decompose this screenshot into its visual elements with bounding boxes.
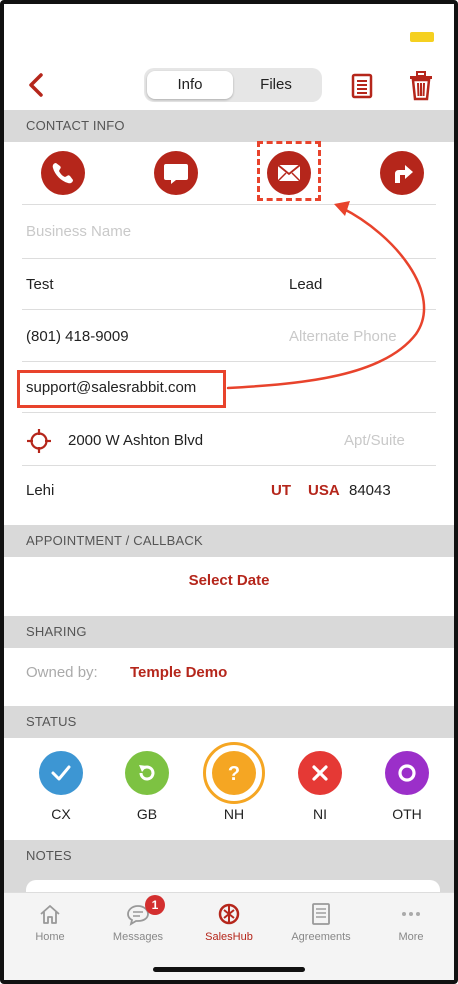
annotation-arrow	[226, 201, 426, 390]
select-date-button[interactable]: Select Date	[4, 572, 454, 589]
agreements-icon	[312, 903, 330, 925]
phone-frame: Info Files CONTACT INFO Business Name Te…	[0, 0, 458, 984]
status-cx-label: CX	[51, 806, 71, 822]
more-icon	[402, 912, 420, 916]
status-gb-button[interactable]	[125, 751, 169, 795]
status-oth-label: OTH	[392, 806, 422, 822]
tab-saleshub[interactable]: SalesHub	[189, 901, 269, 943]
tab-more[interactable]: More	[371, 901, 451, 943]
check-icon	[51, 765, 71, 781]
circle-icon	[398, 764, 416, 782]
status-cx-button[interactable]	[39, 751, 83, 795]
owner-select[interactable]: Temple Demo	[130, 664, 227, 681]
tab-agreements-label: Agreements	[291, 931, 351, 943]
home-indicator	[153, 967, 305, 972]
question-icon: ?	[228, 763, 240, 785]
messages-badge: 1	[145, 895, 165, 915]
saleshub-icon	[218, 903, 240, 925]
tab-home-label: Home	[35, 931, 65, 943]
tab-agreements[interactable]: Agreements	[281, 901, 361, 943]
tab-home[interactable]: Home	[10, 901, 90, 943]
home-icon	[40, 905, 60, 924]
tab-saleshub-label: SalesHub	[205, 931, 253, 943]
section-sharing: SHARING	[4, 616, 454, 648]
notes-header: NOTES	[26, 848, 72, 863]
section-appointment: APPOINTMENT / CALLBACK	[4, 525, 454, 557]
status-nh-button[interactable]: ?	[212, 751, 256, 795]
tab-more-label: More	[398, 931, 424, 943]
svg-text:?: ?	[228, 763, 240, 785]
tab-messages[interactable]: 1 Messages	[98, 895, 178, 943]
refresh-icon	[139, 765, 155, 781]
status-oth-button[interactable]	[385, 751, 429, 795]
status-ni-label: NI	[313, 806, 327, 822]
status-nh-label: NH	[223, 806, 245, 822]
status-gb-label: GB	[136, 806, 158, 822]
section-status: STATUS	[4, 706, 454, 738]
owned-by-label: Owned by:	[26, 664, 98, 681]
status-ni-button[interactable]	[298, 751, 342, 795]
tab-messages-label: Messages	[112, 931, 164, 943]
x-icon	[312, 765, 328, 781]
